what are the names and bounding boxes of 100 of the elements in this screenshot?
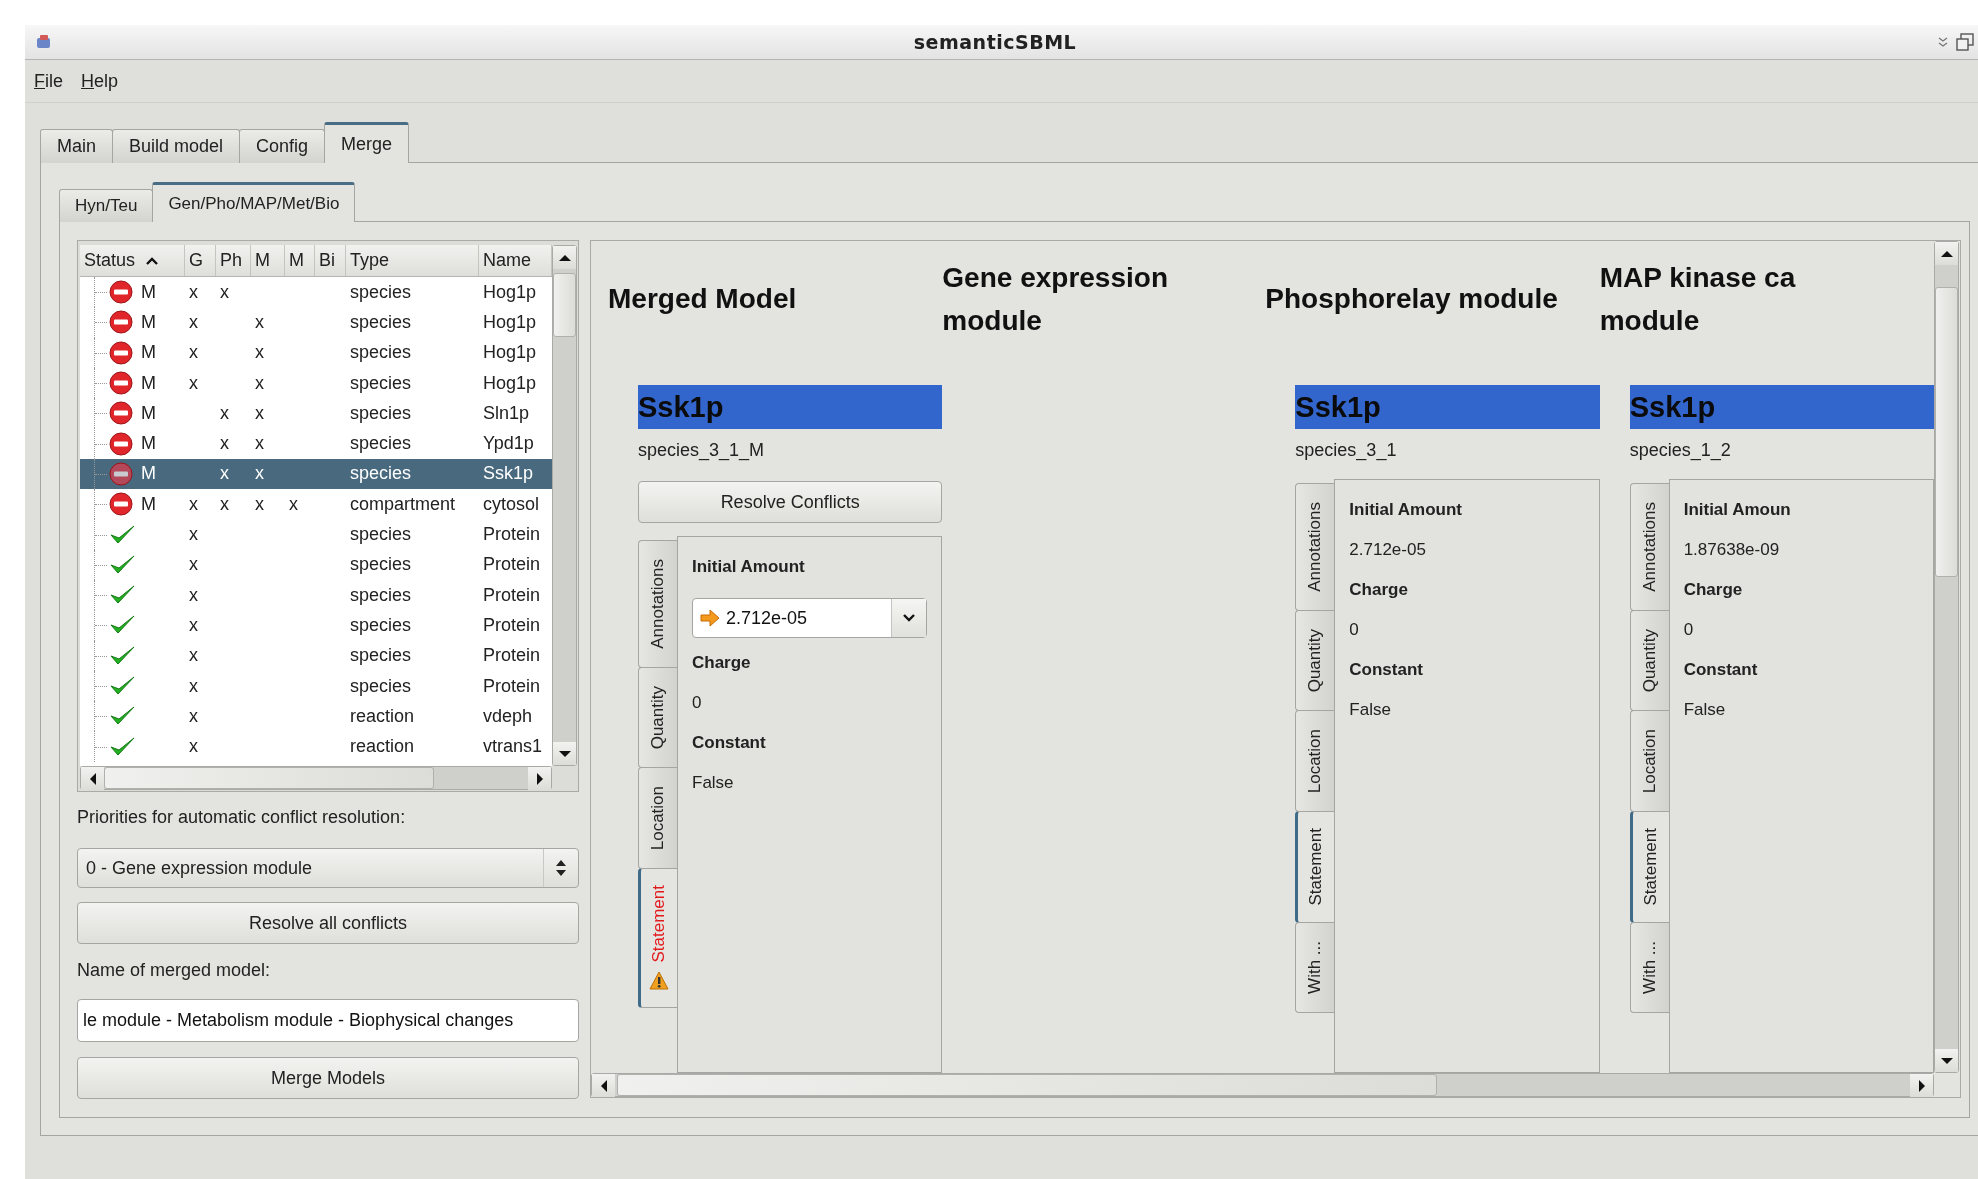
resolve-conflicts-button[interactable]: Resolve Conflicts	[638, 481, 943, 523]
vertical-tab[interactable]: Location	[1629, 710, 1669, 813]
table-row[interactable]: M x x x x compartment cytosol	[80, 489, 552, 520]
vertical-tab[interactable]: Quantity	[1629, 609, 1669, 712]
element-title: Ssk1p	[1629, 385, 1934, 429]
table-cell: x	[189, 584, 198, 605]
table-row[interactable]: x species Protein	[80, 670, 552, 702]
vertical-tab[interactable]: Annotations	[638, 540, 677, 668]
element-id: species_3_1	[1295, 439, 1398, 463]
field-label: Constant	[692, 732, 767, 754]
field-value: 0	[692, 692, 703, 714]
table-cell: M	[141, 402, 156, 424]
column-header[interactable]: Ph	[216, 245, 251, 276]
window-title: semanticSBML	[912, 31, 1078, 53]
table-row[interactable]: M x x species Hog1p	[80, 337, 552, 368]
table-cell: species	[350, 372, 412, 393]
vertical-tab[interactable]: Quantity	[638, 666, 677, 769]
vertical-tab[interactable]: Location	[638, 767, 677, 870]
table-cell: x	[255, 433, 264, 454]
tab[interactable]: Hyn/Teu	[59, 189, 154, 222]
vertical-tab[interactable]: Location	[1295, 710, 1335, 813]
vertical-scrollbar[interactable]	[552, 245, 577, 766]
field-value: False	[692, 772, 735, 794]
table-row[interactable]: x reaction vdeph	[80, 701, 552, 732]
menu-item[interactable]: File	[33, 68, 64, 94]
table-cell: reaction	[350, 705, 415, 726]
field-label: Charge	[1683, 579, 1744, 601]
tab[interactable]: Main	[40, 129, 113, 163]
menu-item[interactable]: Help	[80, 68, 120, 94]
field-label: Charge	[1349, 579, 1409, 601]
column-heading: Phosphorelay module	[1265, 282, 1558, 316]
table-cell: vdeph	[483, 705, 533, 726]
horizontal-scrollbar[interactable]	[591, 1073, 1934, 1097]
model-name-field[interactable]: le module - Metabolism module - Biophysical changes	[77, 999, 579, 1042]
table-cell: species	[350, 342, 412, 363]
table-cell: Protein	[483, 645, 541, 666]
column-header[interactable]: Bi	[315, 245, 346, 276]
table-cell: M	[141, 342, 156, 364]
field-value: 0	[1349, 619, 1360, 641]
tab[interactable]: Config	[239, 129, 326, 163]
column-header[interactable]: Type	[346, 245, 479, 276]
table-row[interactable]: M x x species Ssk1p	[80, 458, 552, 490]
priority-dropdown[interactable]: 0 - Gene expression module	[77, 848, 579, 888]
table-cell: species	[350, 584, 412, 605]
field-value: 1.87638e-09	[1683, 539, 1781, 561]
vertical-tab[interactable]: With ...	[1295, 921, 1335, 1013]
table-row[interactable]: M x x species Hog1p	[80, 277, 552, 308]
element-title: Ssk1p	[638, 385, 943, 429]
table-row[interactable]: x species Protein	[80, 610, 552, 641]
table-cell: species	[350, 463, 412, 484]
column-header[interactable]: M	[285, 245, 315, 276]
table-cell: compartment	[350, 493, 456, 514]
spinner-icon	[554, 858, 568, 878]
table-row[interactable]: x reaction vtrans1	[80, 731, 552, 762]
table-cell: x	[189, 524, 198, 544]
vertical-tab[interactable]: Statement	[638, 868, 677, 1008]
table-cell: x	[255, 402, 264, 423]
table-cell: Protein	[483, 675, 541, 696]
vertical-tab[interactable]: Annotations	[1629, 483, 1669, 611]
column-header[interactable]: M	[251, 245, 285, 276]
value-dropdown[interactable]: 2.712e-05	[692, 598, 928, 638]
tab[interactable]: Build model	[112, 129, 241, 163]
table-row[interactable]: M x x species Ypd1p	[80, 428, 552, 459]
table-cell: species	[350, 524, 412, 544]
table-row[interactable]: M x x species Hog1p	[80, 367, 552, 399]
table-cell: Hog1p	[483, 342, 537, 363]
merge-models-button[interactable]: Merge Models	[77, 1057, 579, 1099]
collapse-icon[interactable]	[1937, 36, 1949, 48]
column-heading: MAP kinase ca module	[1599, 260, 1796, 338]
table-cell: x	[255, 311, 264, 332]
column-header[interactable]: G	[185, 245, 216, 276]
vertical-tab[interactable]: Annotations	[1295, 483, 1335, 611]
vertical-tab[interactable]: With ...	[1629, 921, 1669, 1013]
table-row[interactable]: M x x species Sln1p	[80, 398, 552, 429]
table-cell: x	[189, 614, 198, 635]
vertical-scrollbar[interactable]	[1934, 241, 1959, 1073]
arrow-right-icon	[700, 609, 720, 627]
table-row[interactable]: x species Protein	[80, 579, 552, 611]
table-cell: Hog1p	[483, 311, 537, 332]
field-label: Charge	[692, 652, 752, 674]
table-cell: Hog1p	[483, 372, 537, 393]
vertical-tab[interactable]: Quantity	[1295, 609, 1335, 712]
table-cell: species	[350, 311, 412, 332]
table-row[interactable]: x species Protein	[80, 549, 552, 580]
restore-icon[interactable]	[1955, 32, 1975, 52]
table-cell: M	[141, 281, 156, 303]
horizontal-scrollbar[interactable]	[80, 766, 552, 790]
tab[interactable]: Merge	[324, 122, 410, 163]
table-row[interactable]: x species Protein	[80, 519, 552, 550]
table-cell: Ssk1p	[483, 463, 534, 484]
tab[interactable]: Gen/Pho/MAP/Met/Bio	[152, 182, 356, 222]
table-cell: x	[220, 463, 229, 484]
column-header[interactable]: Status	[80, 245, 185, 276]
table-row[interactable]: x species Protein	[80, 640, 552, 671]
resolve-all-button[interactable]: Resolve all conflicts	[77, 902, 579, 944]
table-row[interactable]: M x x species Hog1p	[80, 307, 552, 338]
table-cell: x	[189, 493, 198, 514]
table-cell: Protein	[483, 554, 541, 575]
column-heading: Merged Model	[608, 282, 797, 316]
table-cell: vtrans1	[483, 736, 543, 757]
